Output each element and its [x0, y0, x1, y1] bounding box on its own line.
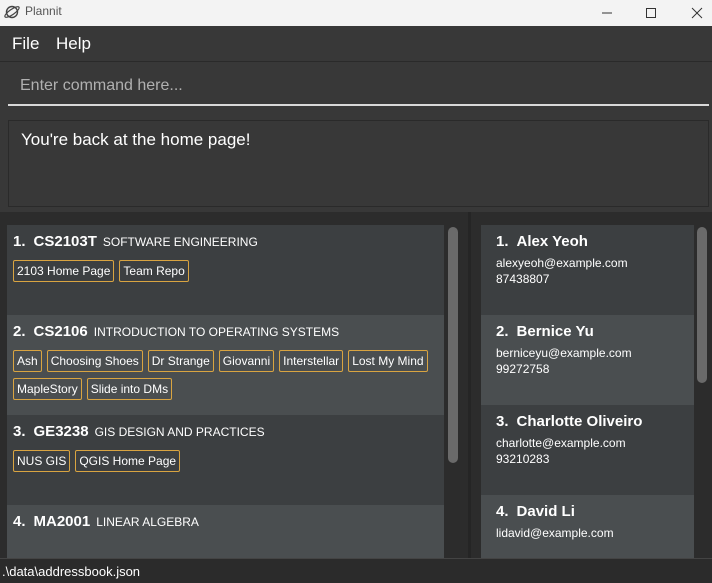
- module-title: SOFTWARE ENGINEERING: [102, 235, 258, 249]
- module-code: CS2103T: [33, 233, 97, 250]
- module-tag[interactable]: QGIS Home Page: [75, 450, 181, 472]
- person-email: berniceyu@example.com: [496, 346, 632, 360]
- person-index: 4.: [496, 503, 509, 520]
- person-list[interactable]: 1. Alex Yeoh alexyeoh@example.com 87438807 2…: [481, 225, 694, 558]
- main-split: 1. CS2103T SOFTWARE ENGINEERING 2103 Home P…: [0, 212, 712, 558]
- module-index: 3.: [13, 423, 26, 440]
- module-title: GIS DESIGN AND PRACTICES: [94, 425, 265, 439]
- module-card[interactable]: 1. CS2103T SOFTWARE ENGINEERING 2103 Home P…: [7, 225, 444, 315]
- person-header: 3. Charlotte Oliveiro: [496, 413, 679, 430]
- person-card[interactable]: 2. Bernice Yu berniceyu@example.com 9927275…: [481, 315, 694, 405]
- module-list-scrollbar[interactable]: [448, 227, 458, 463]
- person-email: alexyeoh@example.com: [496, 256, 628, 270]
- module-panel: 1. CS2103T SOFTWARE ENGINEERING 2103 Home P…: [0, 212, 468, 558]
- module-tag[interactable]: Slide into DMs: [86, 378, 173, 400]
- module-index: 4.: [13, 513, 26, 530]
- person-email: charlotte@example.com: [496, 436, 626, 450]
- menu-help[interactable]: Help: [56, 34, 91, 54]
- module-tag[interactable]: Interstellar: [279, 350, 344, 372]
- person-name: Bernice Yu: [516, 323, 594, 340]
- module-tags: Ash Choosing Shoes Dr Strange Giovanni Inter…: [13, 350, 438, 406]
- command-input[interactable]: [8, 68, 709, 104]
- module-index: 2.: [13, 323, 26, 340]
- module-tags: NUS GIS QGIS Home Page: [13, 450, 438, 478]
- menu-file[interactable]: File: [12, 34, 39, 54]
- window-title: Plannit: [25, 4, 62, 18]
- result-display: You're back at the home page!: [8, 120, 709, 207]
- title-bar: Plannit: [0, 0, 712, 26]
- person-index: 2.: [496, 323, 509, 340]
- module-card[interactable]: 3. GE3238 GIS DESIGN AND PRACTICES NUS GIS Q…: [7, 415, 444, 505]
- module-code: MA2001: [33, 513, 91, 530]
- person-list-scrollbar[interactable]: [697, 227, 707, 383]
- module-code: GE3238: [33, 423, 89, 440]
- minimize-icon: [602, 12, 612, 14]
- close-icon: [691, 7, 703, 19]
- module-code: CS2106: [33, 323, 88, 340]
- person-card[interactable]: 4. David Li lidavid@example.com: [481, 495, 694, 558]
- module-header: 3. GE3238 GIS DESIGN AND PRACTICES: [13, 423, 438, 440]
- module-index: 1.: [13, 233, 26, 250]
- module-title: LINEAR ALGEBRA: [96, 515, 199, 529]
- module-title: INTRODUCTION TO OPERATING SYSTEMS: [93, 325, 340, 339]
- person-name: David Li: [516, 503, 575, 520]
- module-tag[interactable]: Choosing Shoes: [46, 350, 143, 372]
- person-name: Alex Yeoh: [516, 233, 588, 250]
- person-card[interactable]: 3. Charlotte Oliveiro charlotte@example.co…: [481, 405, 694, 495]
- planet-icon: [4, 5, 20, 19]
- maximize-icon: [646, 8, 656, 18]
- module-header: 1. CS2103T SOFTWARE ENGINEERING: [13, 233, 438, 250]
- command-box: [8, 68, 709, 106]
- module-tag[interactable]: NUS GIS: [13, 450, 71, 472]
- person-card[interactable]: 1. Alex Yeoh alexyeoh@example.com 87438807: [481, 225, 694, 315]
- module-tag[interactable]: Team Repo: [119, 260, 189, 282]
- person-index: 3.: [496, 413, 509, 430]
- module-header: 4. MA2001 LINEAR ALGEBRA: [13, 513, 438, 530]
- person-index: 1.: [496, 233, 509, 250]
- module-tags: 2103 Home Page Team Repo: [13, 260, 438, 288]
- result-message: You're back at the home page!: [21, 130, 251, 149]
- module-tag[interactable]: MapleStory: [13, 378, 82, 400]
- module-tag[interactable]: 2103 Home Page: [13, 260, 115, 282]
- person-header: 1. Alex Yeoh: [496, 233, 679, 250]
- person-panel: 1. Alex Yeoh alexyeoh@example.com 87438807 2…: [471, 212, 712, 558]
- module-tag[interactable]: Dr Strange: [147, 350, 214, 372]
- menu-bar: File Help: [0, 26, 712, 62]
- module-tag[interactable]: Ash: [13, 350, 42, 372]
- module-card[interactable]: 2. CS2106 INTRODUCTION TO OPERATING SYSTEM…: [7, 315, 444, 415]
- minimize-button[interactable]: [584, 0, 630, 26]
- module-header: 2. CS2106 INTRODUCTION TO OPERATING SYSTEM…: [13, 323, 438, 340]
- save-location: .\data\addressbook.json: [2, 564, 141, 579]
- module-tag[interactable]: Lost My Mind: [348, 350, 428, 372]
- close-button[interactable]: [674, 0, 712, 26]
- person-header: 2. Bernice Yu: [496, 323, 679, 340]
- module-list[interactable]: 1. CS2103T SOFTWARE ENGINEERING 2103 Home P…: [7, 225, 444, 558]
- person-name: Charlotte Oliveiro: [516, 413, 643, 430]
- status-bar: .\data\addressbook.json: [0, 558, 712, 583]
- person-header: 4. David Li: [496, 503, 679, 520]
- module-tag[interactable]: Giovanni: [218, 350, 275, 372]
- module-card[interactable]: 4. MA2001 LINEAR ALGEBRA: [7, 505, 444, 558]
- person-phone: 93210283: [496, 452, 550, 466]
- person-phone: 87438807: [496, 272, 550, 286]
- person-phone: 99272758: [496, 362, 550, 376]
- person-email: lidavid@example.com: [496, 526, 614, 540]
- maximize-button[interactable]: [628, 0, 674, 26]
